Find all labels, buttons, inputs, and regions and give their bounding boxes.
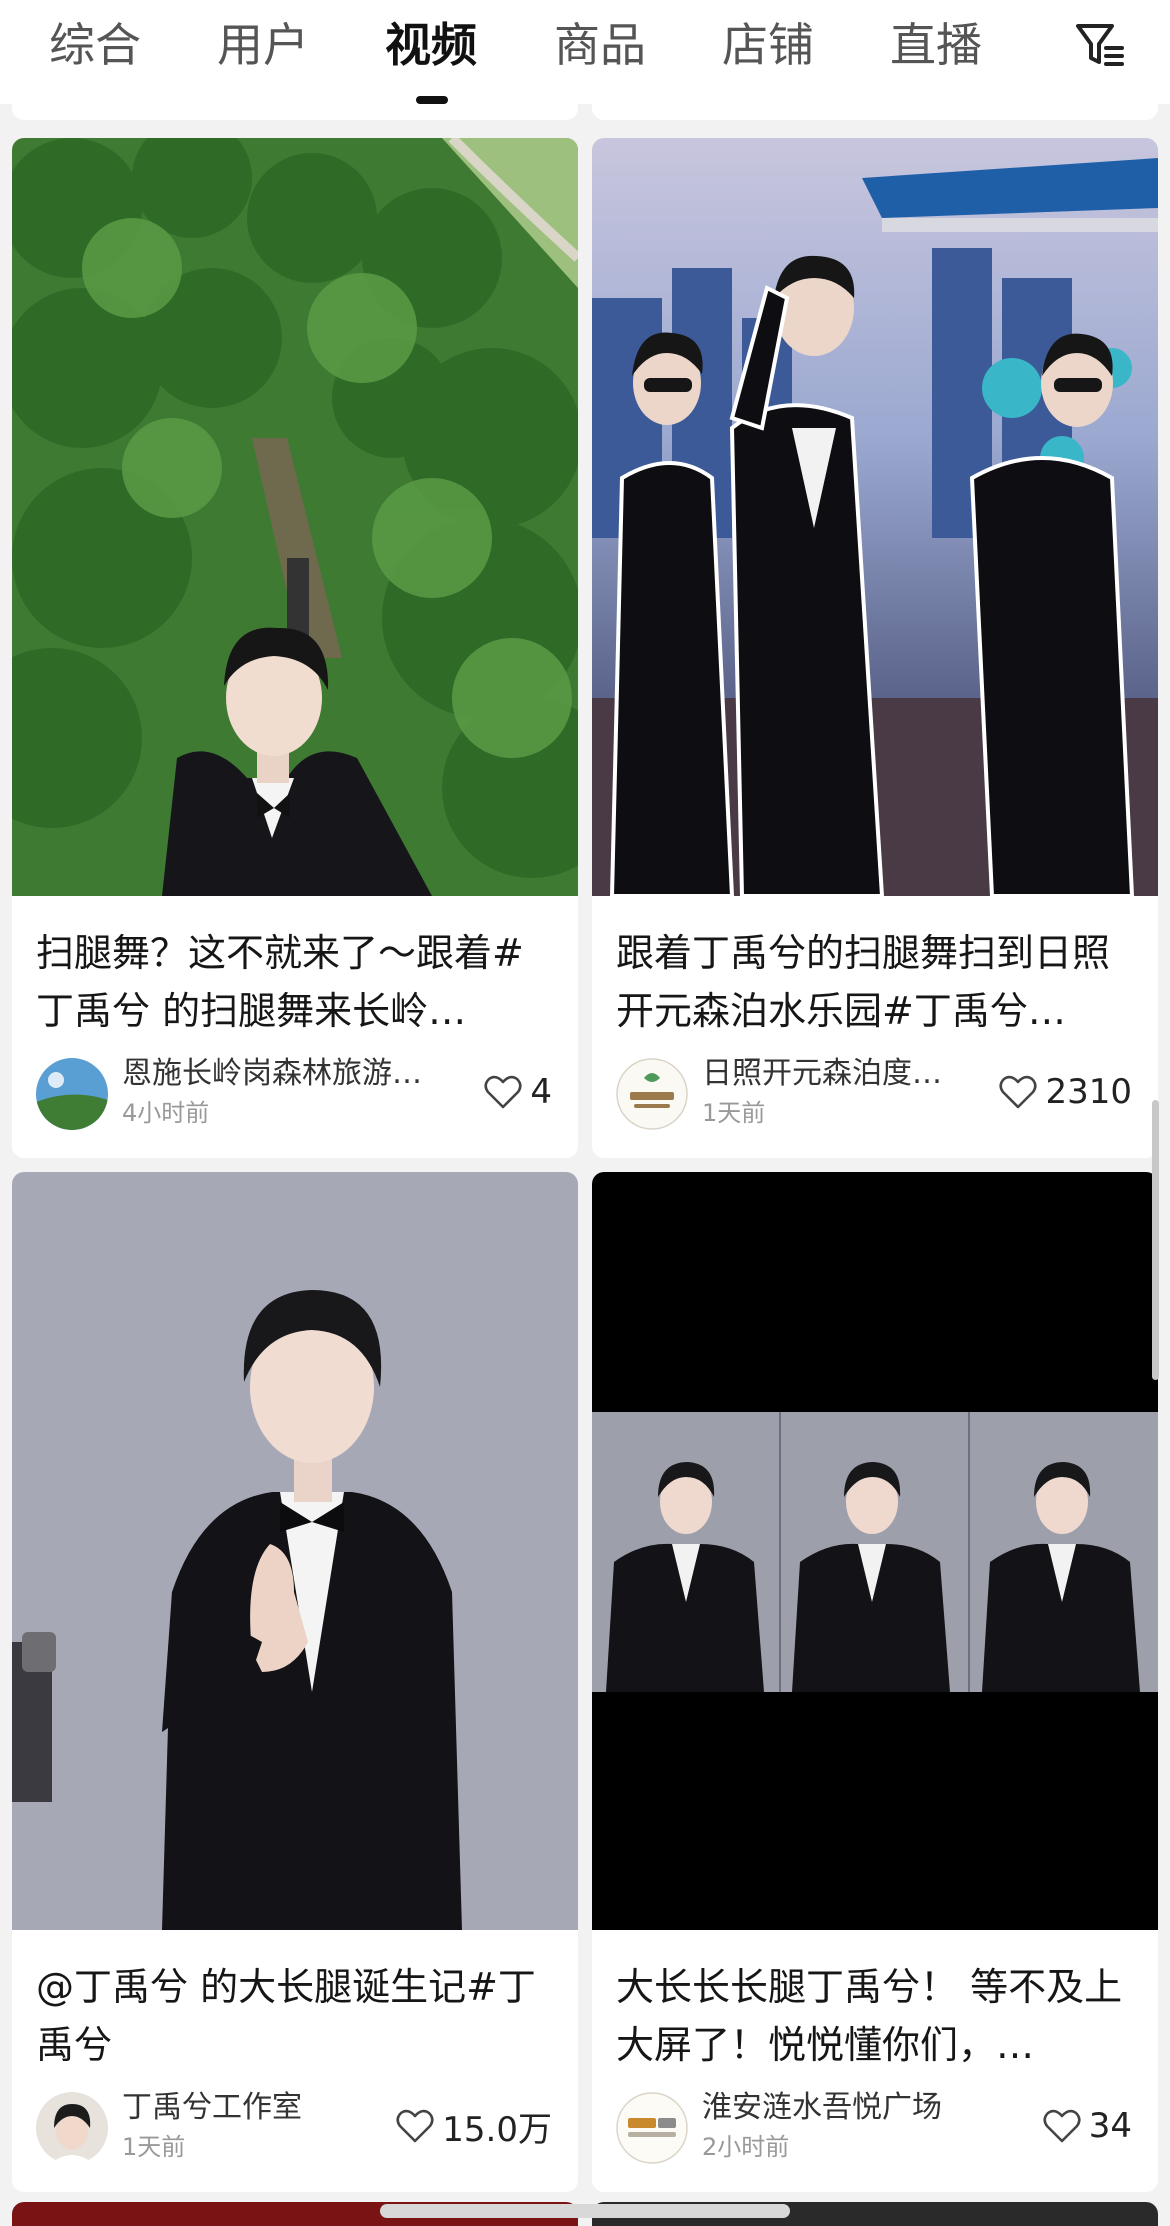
tab-products[interactable]: 商品: [535, 12, 665, 78]
like-button[interactable]: 15.0万: [396, 2104, 552, 2150]
home-indicator[interactable]: [380, 2204, 790, 2218]
author-avatar[interactable]: [36, 2092, 108, 2164]
video-title: 扫腿舞？这不就来了～跟着#丁禹兮 的扫腿舞来长岭…: [36, 931, 524, 1033]
previous-card-bottom: [592, 104, 1158, 120]
like-count: 34: [1088, 2106, 1132, 2146]
like-button[interactable]: 4: [484, 1070, 552, 1114]
tab-users[interactable]: 用户: [198, 12, 328, 78]
heart-icon: [999, 1075, 1038, 1109]
like-count: 2310: [1045, 1072, 1132, 1112]
video-title: @丁禹兮 的大长腿诞生记#丁禹兮: [36, 1965, 536, 2067]
video-thumbnail[interactable]: [592, 1172, 1158, 1930]
heart-icon: [396, 2109, 434, 2143]
tab-live[interactable]: 直播: [871, 12, 1001, 78]
tab-stores[interactable]: 店铺: [703, 12, 833, 78]
author-avatar[interactable]: [616, 2092, 688, 2164]
author-avatar[interactable]: [36, 1058, 108, 1130]
video-card[interactable]: 扫腿舞？这不就来了～跟着#丁禹兮 的扫腿舞来长岭… 恩施长岭岗森林旅游… 4小时…: [12, 138, 578, 1158]
video-card[interactable]: @丁禹兮 的大长腿诞生记#丁禹兮 丁禹兮工作室 1天前 15.0万: [12, 1172, 578, 2192]
author-name[interactable]: 日照开元森泊度…: [702, 1054, 1042, 1094]
post-time: 1天前: [122, 2133, 186, 2161]
video-card[interactable]: 跟着丁禹兮的扫腿舞扫到日照开元森泊水乐园#丁禹兮… 日照开元森泊度… 1天前 2…: [592, 138, 1158, 1158]
like-button[interactable]: 34: [1043, 2104, 1132, 2148]
post-time: 2小时前: [702, 2133, 790, 2161]
video-thumbnail[interactable]: [592, 138, 1158, 896]
heart-icon: [1043, 2109, 1081, 2143]
author-avatar[interactable]: [616, 1058, 688, 1130]
previous-card-bottom: [12, 104, 578, 120]
video-title: 跟着丁禹兮的扫腿舞扫到日照开元森泊水乐园#丁禹兮…: [616, 931, 1111, 1033]
video-thumbnail[interactable]: [12, 1172, 578, 1930]
author-name[interactable]: 恩施长岭岗森林旅游…: [122, 1054, 462, 1094]
search-tab-bar: 综合 用户 视频 商品 店铺 直播: [0, 0, 1170, 104]
like-button[interactable]: 2310: [999, 1070, 1132, 1114]
author-name[interactable]: 淮安涟水吾悦广场: [702, 2088, 1042, 2128]
heart-icon: [484, 1075, 522, 1109]
tab-videos[interactable]: 视频: [366, 12, 496, 78]
video-title: 大长长长腿丁禹兮！ 等不及上大屏了！悦悦懂你们，…: [616, 1965, 1123, 2067]
tab-comprehensive[interactable]: 综合: [30, 12, 160, 78]
post-time: 4小时前: [122, 1099, 210, 1127]
video-card[interactable]: 大长长长腿丁禹兮！ 等不及上大屏了！悦悦懂你们，… 淮安涟水吾悦广场 2小时前 …: [592, 1172, 1158, 2192]
video-thumbnail[interactable]: [12, 138, 578, 896]
like-count: 4: [530, 1072, 552, 1112]
scrollbar-thumb[interactable]: [1152, 1100, 1159, 1380]
active-tab-indicator: [416, 96, 448, 104]
filter-button[interactable]: [1072, 18, 1128, 74]
post-time: 1天前: [702, 1099, 766, 1127]
filter-icon: [1076, 24, 1124, 66]
like-count: 15.0万: [442, 2109, 552, 2150]
